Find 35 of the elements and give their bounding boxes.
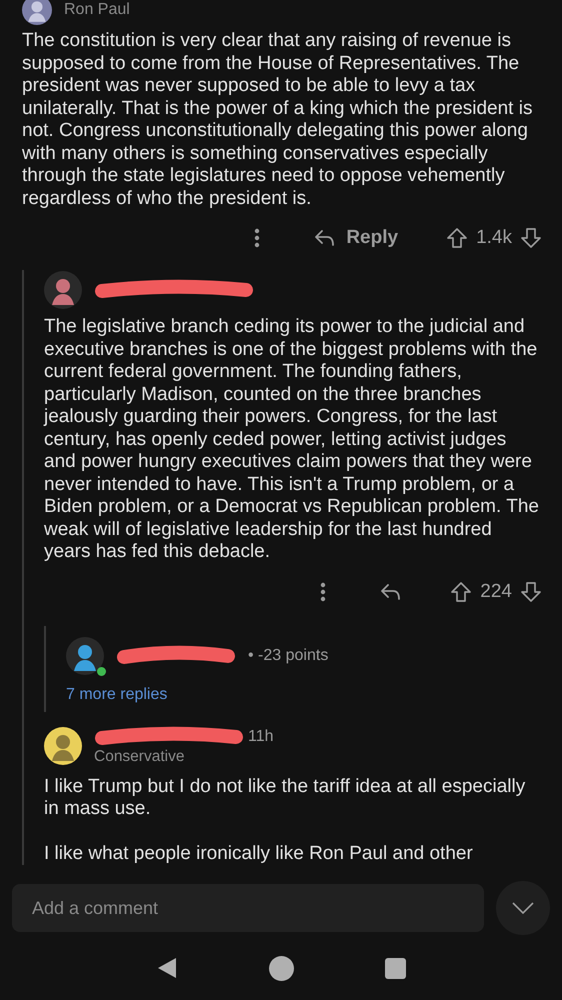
reply-icon — [314, 229, 336, 247]
more-icon — [320, 582, 326, 602]
avatar-icon — [22, 0, 52, 25]
down-arrow-icon — [520, 227, 542, 249]
user-flair: Conservative — [94, 748, 186, 766]
author-name[interactable]: Ron Paul — [64, 1, 130, 19]
comment-text: The legislative branch ceding its power to the judicial and executive branches is one of the biggest problems with the current federal government. The founding fathers, particularly Madison, counted on the three branches jealously guarding their powers. Congress, for the last century, has openly ceded power, letting activist judges and power hungry executives claim powers that they were never intended to have. This isn't a Trump problem, or a Biden problem, or a Democrat vs Republican problem. The weak will of legislative leadership for the last hundred years has fed this debacle. — [44, 316, 540, 564]
upvote-button[interactable] — [450, 580, 472, 602]
upvote-button[interactable] — [446, 227, 468, 249]
downvote-button[interactable] — [520, 580, 542, 602]
comment-input[interactable]: Add a comment — [12, 884, 484, 932]
comment-text: I like what people ironically like Ron Paul and other — [44, 842, 474, 865]
more-options-button[interactable] — [320, 582, 326, 602]
down-arrow-icon — [520, 580, 542, 602]
home-icon[interactable] — [268, 956, 294, 980]
downvote-button[interactable] — [520, 227, 542, 249]
comment-time: 11h — [248, 728, 274, 746]
more-replies-link[interactable]: 7 more replies — [66, 686, 168, 704]
recents-icon[interactable] — [385, 958, 406, 978]
avatar-icon — [44, 726, 82, 764]
more-options-button[interactable] — [254, 228, 260, 248]
more-icon — [254, 228, 260, 248]
avatar-icon — [44, 271, 82, 309]
comment-score: • -23 points — [248, 646, 328, 664]
chevron-down-icon — [512, 902, 534, 914]
comment-text: The constitution is very clear that any raising of revenue is supposed to come from the House of Representatives. The president was never supposed to be able to levy a tax unilaterally. That is the power of a king which the president is not. Congress unconstitutionally delegating this power along with many others is something conservatives especially through the state legislatures need to oppose vehemently regardless of who the president is. — [22, 30, 534, 210]
back-icon[interactable] — [156, 956, 178, 980]
avatar-icon — [66, 636, 104, 674]
reply-icon — [380, 582, 402, 600]
up-arrow-icon — [450, 580, 472, 602]
reply-button[interactable]: Reply — [310, 227, 402, 249]
vote-score: 1.4k — [476, 227, 512, 249]
vote-score: 224 — [480, 580, 512, 602]
comment-text: I like Trump but I do not like the tariff idea at all especially in mass use. — [44, 776, 526, 820]
up-arrow-icon — [446, 227, 468, 249]
